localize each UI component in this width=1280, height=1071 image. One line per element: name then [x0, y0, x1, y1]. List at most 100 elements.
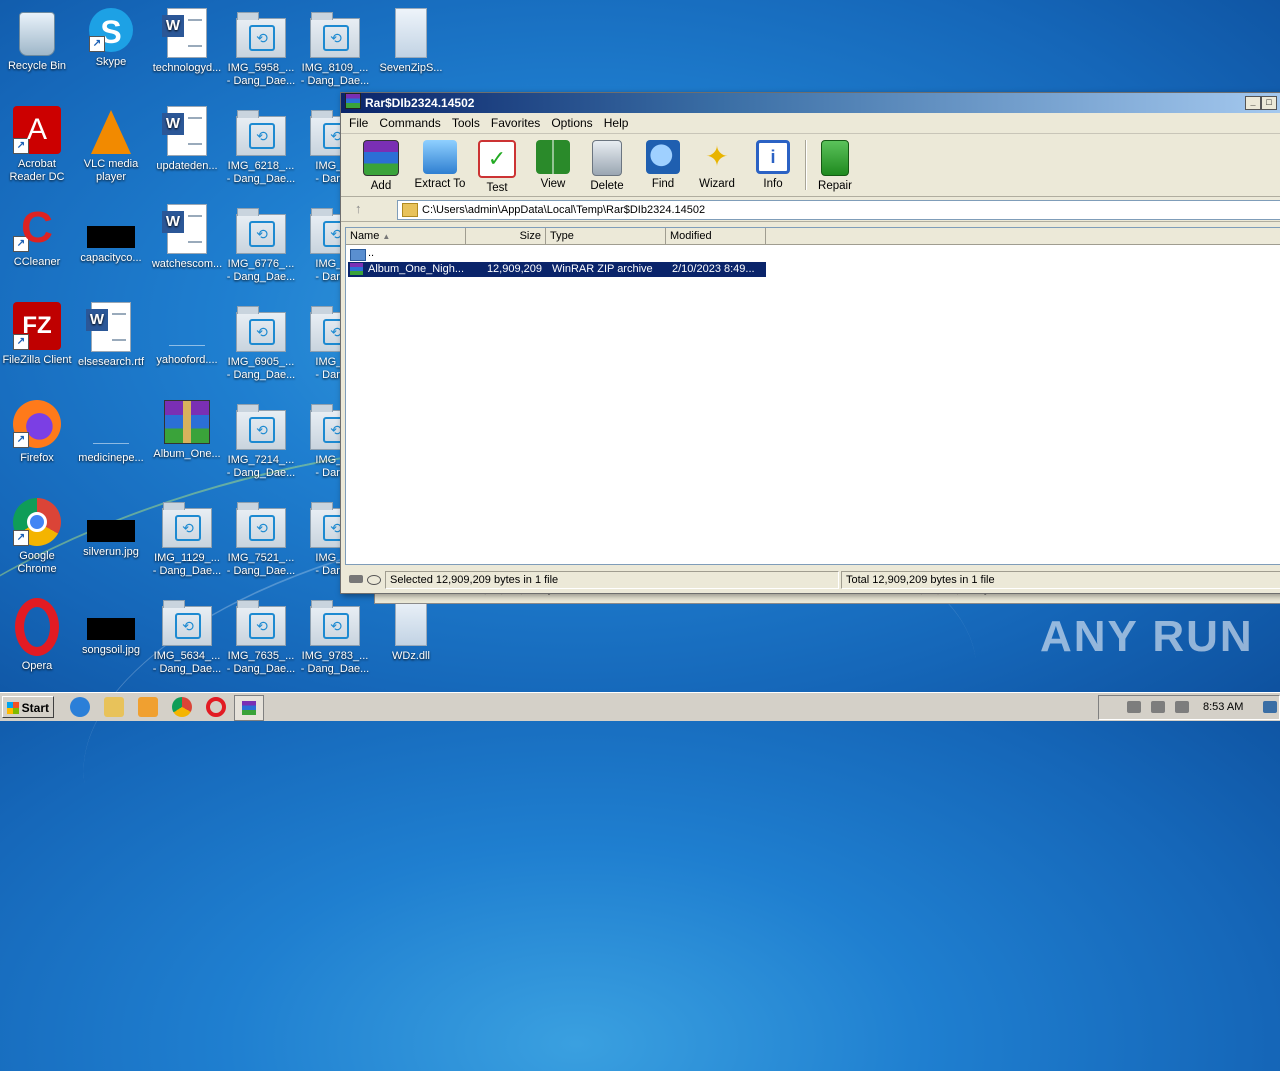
volume-icon[interactable]: [1127, 701, 1141, 713]
list-item[interactable]: Album_One_Nigh... 12,909,209 WinRAR ZIP …: [348, 262, 766, 277]
winrar-taskbar-icon: [242, 701, 256, 715]
desktop-icon-wdz-dll[interactable]: WDz.dll: [374, 596, 448, 663]
desktop-icon-skype[interactable]: S ↗ Skype: [74, 8, 148, 69]
desktop-icon-img-8109[interactable]: IMG_8109_... - Dang_Dae...: [298, 8, 372, 88]
start-button[interactable]: Start: [2, 696, 54, 718]
menu-options[interactable]: Options: [551, 116, 592, 130]
desktop-icon-img-5958[interactable]: IMG_5958_... - Dang_Dae...: [224, 8, 298, 88]
desktop-icon-chrome[interactable]: ↗ Google Chrome: [0, 498, 74, 576]
address-field[interactable]: C:\Users\admin\AppData\Local\Temp\Rar$DI…: [397, 200, 1280, 220]
column-name[interactable]: Name ▲: [346, 228, 466, 244]
desktop-icon-vlc[interactable]: VLC media player: [74, 106, 148, 184]
word-document-icon: [86, 302, 131, 352]
add-button[interactable]: Add: [351, 140, 411, 192]
chrome-taskbar-icon[interactable]: [172, 697, 192, 717]
desktop-icon-watchescom[interactable]: watchescom...: [150, 204, 224, 271]
menu-help[interactable]: Help: [604, 116, 629, 130]
image-folder-icon: [236, 306, 286, 352]
image-folder-icon: [236, 502, 286, 548]
view-book-icon: [536, 140, 570, 174]
ie-icon[interactable]: [70, 697, 90, 717]
skype-icon: S ↗: [89, 8, 133, 52]
delete-trash-icon: [592, 140, 622, 176]
menu-favorites[interactable]: Favorites: [491, 116, 540, 130]
image-folder-icon: [162, 502, 212, 548]
vlc-cone-icon: [91, 110, 131, 154]
desktop-icon-album-one[interactable]: Album_One...: [150, 400, 224, 461]
view-button[interactable]: View: [523, 140, 583, 190]
up-arrow-icon[interactable]: ↑: [355, 201, 362, 216]
repair-icon: [821, 140, 849, 176]
column-modified[interactable]: Modified: [666, 228, 766, 244]
desktop-icon-filezilla[interactable]: ↗FileZilla Client: [0, 302, 74, 367]
find-button[interactable]: Find: [633, 140, 693, 190]
desktop-icon-yahooford[interactable]: yahooford....: [150, 302, 224, 367]
desktop-icon-img-7214[interactable]: IMG_7214_... - Dang_Dae...: [224, 400, 298, 480]
menu-commands[interactable]: Commands: [379, 116, 440, 130]
list-item[interactable]: ..: [348, 246, 766, 261]
test-button[interactable]: Test: [467, 140, 527, 194]
winrar-archive-icon: [164, 400, 210, 444]
word-document-icon: [162, 204, 207, 254]
window-titlebar[interactable]: Rar$DIb2324.14502 _ □: [341, 93, 1280, 113]
desktop-icon-sevenzips[interactable]: SevenZipS...: [374, 8, 448, 75]
desktop-icon-songsoil[interactable]: songsoil.jpg: [74, 596, 148, 657]
desktop-icon-img-1129[interactable]: IMG_1129_... - Dang_Dae...: [150, 498, 224, 578]
desktop-icon-technologyd[interactable]: technologyd...: [150, 8, 224, 75]
menu-bar: File Commands Tools Favorites Options He…: [341, 113, 1280, 134]
image-folder-icon: [236, 600, 286, 646]
toolbar: Add Extract To Test View Delete Find Wiz…: [341, 134, 1280, 197]
minimize-button[interactable]: _: [1245, 96, 1261, 110]
desktop-icon-img-6905[interactable]: IMG_6905_... - Dang_Dae...: [224, 302, 298, 382]
key-icon[interactable]: [367, 575, 381, 585]
column-size[interactable]: Size: [466, 228, 546, 244]
column-type[interactable]: Type: [546, 228, 666, 244]
explorer-folder-icon[interactable]: [104, 697, 124, 717]
desktop-icon-capacityco[interactable]: capacityco...: [74, 204, 148, 265]
drive-icon[interactable]: [349, 575, 363, 583]
desktop-icon-img-6776[interactable]: IMG_6776_... - Dang_Dae...: [224, 204, 298, 284]
delete-button[interactable]: Delete: [577, 140, 637, 192]
network-icon[interactable]: [1151, 701, 1165, 713]
desktop-icon-img-9783[interactable]: IMG_9783_... - Dang_Dae...: [298, 596, 372, 676]
extract-to-button[interactable]: Extract To: [410, 140, 470, 190]
clock[interactable]: 8:53 AM: [1203, 701, 1243, 713]
desktop-icon-medicinepe[interactable]: medicinepe...: [74, 400, 148, 465]
media-player-icon[interactable]: [138, 697, 158, 717]
winrar-taskbar-button[interactable]: [234, 695, 264, 721]
file-thumbnail-icon: [87, 226, 135, 248]
word-document-icon: [162, 8, 207, 58]
desktop-icon-firefox[interactable]: ↗ Firefox: [0, 400, 74, 465]
info-button[interactable]: i Info: [743, 140, 803, 190]
desktop-icon-acrobat[interactable]: ↗Acrobat Reader DC: [0, 106, 74, 184]
desktop-icon-ccleaner[interactable]: ↗CCleaner: [0, 204, 74, 269]
desktop-icon-silverun[interactable]: silverun.jpg: [74, 498, 148, 559]
desktop-icon-img-5634[interactable]: IMG_5634_... - Dang_Dae...: [150, 596, 224, 676]
menu-file[interactable]: File: [349, 116, 368, 130]
action-center-flag-icon[interactable]: [1175, 701, 1189, 713]
desktop-icon-opera[interactable]: Opera: [0, 596, 74, 673]
wizard-button[interactable]: Wizard: [687, 140, 747, 190]
desktop-icon-img-6218[interactable]: IMG_6218_... - Dang_Dae...: [224, 106, 298, 186]
file-list[interactable]: Name ▲ Size Type Modified .. Album_One_N…: [345, 227, 1280, 565]
desktop-icon-elsesearch[interactable]: elsesearch.rtf: [74, 302, 148, 369]
image-folder-icon: [236, 404, 286, 450]
show-desktop-icon[interactable]: [1263, 701, 1277, 713]
sort-ascending-icon: ▲: [382, 232, 391, 241]
repair-button[interactable]: Repair: [805, 140, 865, 192]
winrar-window[interactable]: Rar$DIb2324.14502 _ □ File Commands Tool…: [340, 92, 1280, 594]
opera-taskbar-icon[interactable]: [206, 697, 226, 717]
maximize-button[interactable]: □: [1261, 96, 1277, 110]
status-total: Total 12,909,209 bytes in 1 file: [841, 571, 1280, 589]
desktop-icon-updateden[interactable]: updateden...: [150, 106, 224, 173]
parent-folder-icon: [350, 249, 366, 261]
desktop-icon-img-7521[interactable]: IMG_7521_... - Dang_Dae...: [224, 498, 298, 578]
firefox-icon: ↗: [13, 400, 61, 448]
desktop-icon-recycle-bin[interactable]: Recycle Bin: [0, 8, 74, 73]
gear-file-icon: [395, 8, 427, 58]
status-bar: Selected 12,909,209 bytes in 1 file Tota…: [345, 571, 1280, 589]
menu-tools[interactable]: Tools: [452, 116, 480, 130]
desktop-icon-img-7635[interactable]: IMG_7635_... - Dang_Dae...: [224, 596, 298, 676]
opera-icon: [15, 598, 59, 656]
image-folder-icon: [236, 110, 286, 156]
